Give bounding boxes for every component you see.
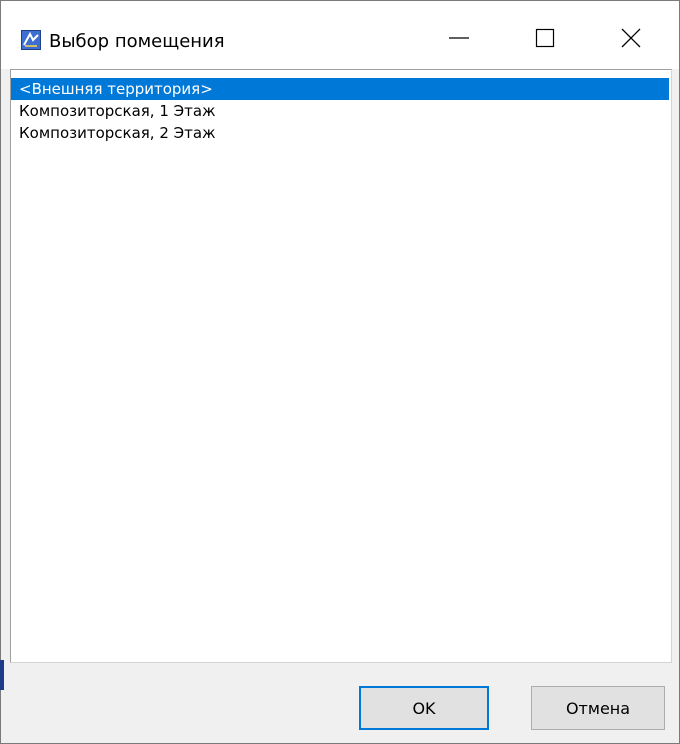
maximize-button[interactable] [515, 14, 575, 66]
close-icon [620, 27, 642, 53]
list-item[interactable]: <Внешняя территория> [11, 78, 669, 100]
list-item-label: Композиторская, 2 Этаж [19, 124, 216, 142]
list-item-label: <Внешняя территория> [19, 80, 213, 98]
cancel-button[interactable]: Отмена [531, 686, 665, 730]
minimize-icon [448, 27, 470, 53]
maximize-icon [534, 27, 556, 53]
list-item[interactable]: Композиторская, 2 Этаж [11, 122, 669, 144]
dialog-window: Выбор помещения <Внешняя территория> Ком… [0, 0, 680, 744]
background-window-edge [0, 660, 4, 690]
title-bar[interactable]: Выбор помещения [1, 1, 679, 69]
app-icon [21, 30, 41, 50]
minimize-button[interactable] [429, 14, 489, 66]
window-title: Выбор помещения [49, 31, 225, 52]
list-item[interactable]: Композиторская, 1 Этаж [11, 100, 669, 122]
close-button[interactable] [601, 14, 661, 66]
ok-button[interactable]: OK [359, 686, 489, 730]
list-item-label: Композиторская, 1 Этаж [19, 102, 216, 120]
room-listbox[interactable]: <Внешняя территория> Композиторская, 1 Э… [10, 69, 672, 663]
